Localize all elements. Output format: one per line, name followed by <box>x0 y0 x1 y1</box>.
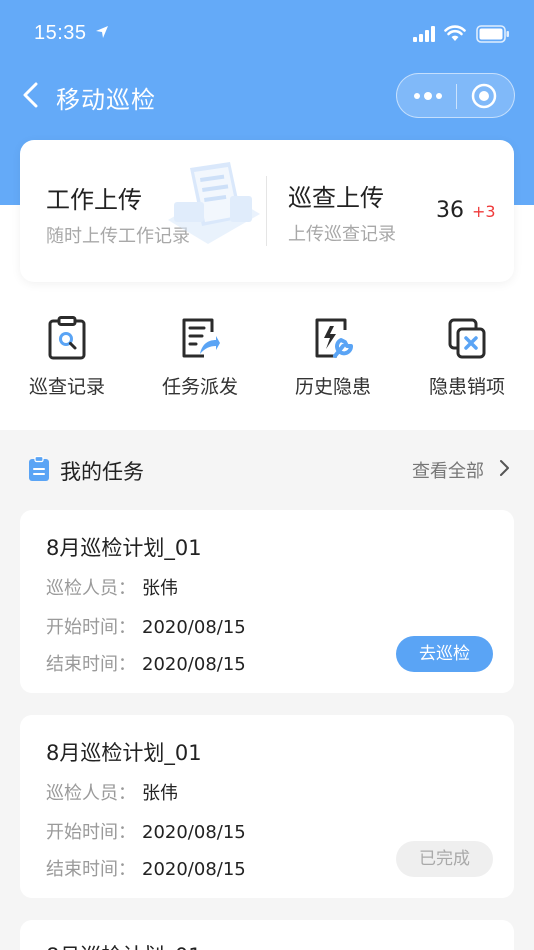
inspector-value: 张伟 <box>142 578 178 599</box>
task-name: 8月巡检计划_01 <box>46 741 202 765</box>
menu-item-task-dispatch[interactable]: 任务派发 <box>145 316 255 399</box>
menu-label-task-dispatch: 任务派发 <box>161 376 238 398</box>
upload-card: 工作上传 随时上传工作记录 巡查上传 上传巡查记录 36 +3 <box>20 140 514 282</box>
phone-upload-illustration-icon <box>168 162 260 244</box>
menu-label-history-hazards: 历史隐患 <box>294 376 371 398</box>
task-start-row: 开始时间： 2020/08/15 <box>46 818 246 844</box>
history-hazard-icon <box>315 318 353 358</box>
inspector-label: 巡检人员： <box>46 578 136 599</box>
mini-program-capsule <box>396 73 515 118</box>
start-label: 开始时间： <box>46 822 136 843</box>
inspection-count-delta: +3 <box>472 202 496 221</box>
start-label: 开始时间： <box>46 617 136 638</box>
menu-item-hazard-closeout[interactable]: 隐患销项 <box>412 316 522 399</box>
task-start-row: 开始时间： 2020/08/15 <box>46 613 246 639</box>
inspector-value: 张伟 <box>142 783 178 804</box>
start-value: 2020/08/15 <box>142 617 246 638</box>
end-value: 2020/08/15 <box>142 654 246 675</box>
menu-label-hazard-closeout: 隐患销项 <box>428 376 505 398</box>
task-card[interactable]: 8月巡检计划_01 巡检人员： 张伟 开始时间： 2020/08/15 结束时间： 2… <box>20 510 514 693</box>
end-label: 结束时间： <box>46 654 136 675</box>
chevron-right-icon[interactable] <box>499 459 511 477</box>
task-end-row: 结束时间： 2020/08/15 <box>46 650 246 676</box>
task-name: 8月巡检计划_01 <box>46 940 202 950</box>
menu-item-history-hazards[interactable]: 历史隐患 <box>278 316 388 399</box>
view-all-link[interactable]: 查看全部 <box>412 457 484 483</box>
completed-status-button: 已完成 <box>396 841 493 877</box>
task-inspector-row: 巡检人员： 张伟 <box>46 779 178 805</box>
task-list-icon <box>29 456 49 481</box>
work-upload-title[interactable]: 工作上传 <box>46 180 142 215</box>
capsule-divider <box>456 84 457 109</box>
location-arrow-icon <box>96 26 108 38</box>
start-inspection-button[interactable]: 去巡检 <box>396 636 493 672</box>
more-dots-icon[interactable] <box>411 85 445 107</box>
end-value: 2020/08/15 <box>142 859 246 880</box>
page-title: 移动巡检 <box>56 86 156 114</box>
hazard-close-icon <box>448 318 486 359</box>
clipboard-search-icon <box>48 316 86 360</box>
inspection-upload-title[interactable]: 巡查上传 <box>288 178 384 213</box>
task-end-row: 结束时间： 2020/08/15 <box>46 855 246 881</box>
battery-icon <box>476 25 509 43</box>
wifi-icon <box>444 25 466 41</box>
end-label: 结束时间： <box>46 859 136 880</box>
cellular-signal-icon <box>413 26 435 42</box>
task-dispatch-icon <box>182 318 220 358</box>
status-time: 15:35 <box>34 22 87 44</box>
task-inspector-row: 巡检人员： 张伟 <box>46 574 178 600</box>
task-name: 8月巡检计划_01 <box>46 536 202 560</box>
inspection-count: 36 <box>436 198 464 223</box>
task-card[interactable]: 8月巡检计划_01 巡检人员： 张伟 开始时间： 2020/08/15 结束时间： 2… <box>20 715 514 898</box>
inspection-upload-subtitle: 上传巡查记录 <box>288 224 396 245</box>
card-divider <box>266 176 267 246</box>
menu-item-inspection-records[interactable]: 巡查记录 <box>12 316 122 399</box>
menu-label-inspection-records: 巡查记录 <box>28 376 105 398</box>
close-target-icon[interactable] <box>471 83 497 109</box>
start-value: 2020/08/15 <box>142 822 246 843</box>
inspector-label: 巡检人员： <box>46 783 136 804</box>
my-tasks-title: 我的任务 <box>60 460 144 484</box>
status-bar: 15:35 <box>0 0 534 70</box>
back-arrow-icon[interactable] <box>20 82 44 108</box>
task-card[interactable]: 8月巡检计划_01 <box>20 920 514 950</box>
